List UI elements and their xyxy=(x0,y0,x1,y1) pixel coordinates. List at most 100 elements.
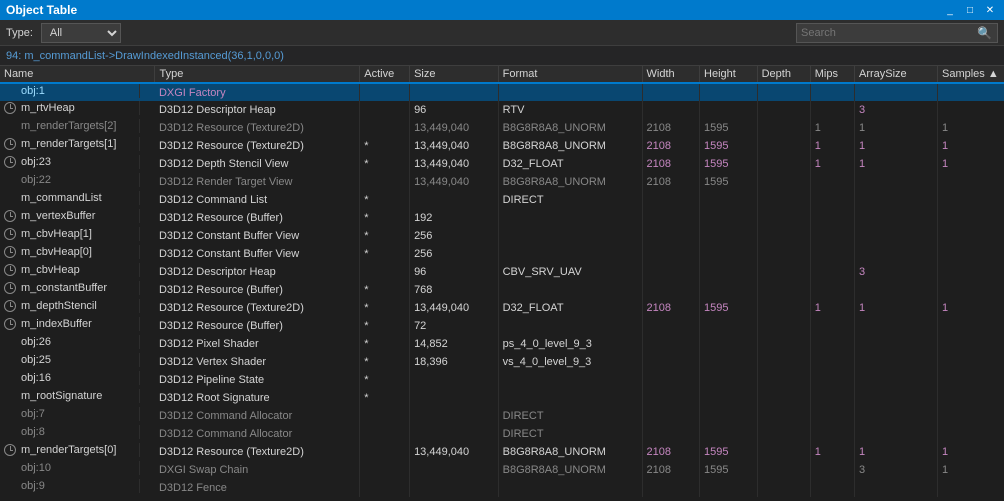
col-header-height[interactable]: Height xyxy=(700,66,758,83)
cell-active: * xyxy=(360,317,410,335)
col-header-arraysize[interactable]: ArraySize xyxy=(854,66,937,83)
cell-mips xyxy=(810,209,854,227)
cell-depth xyxy=(757,209,810,227)
cell-height: 1595 xyxy=(700,299,758,317)
cell-format xyxy=(498,479,642,497)
cell-type: D3D12 Root Signature xyxy=(155,389,360,407)
cell-height xyxy=(700,83,758,101)
row-name-text: obj:23 xyxy=(21,156,51,168)
clock-icon xyxy=(4,210,16,222)
table-header: Name Type Active Size Format Width Heigh… xyxy=(0,66,1004,83)
cell-name: m_renderTargets[0] xyxy=(0,443,140,457)
table-row[interactable]: obj:26D3D12 Pixel Shader*14,852ps_4_0_le… xyxy=(0,335,1004,353)
table-row[interactable]: m_depthStencilD3D12 Resource (Texture2D)… xyxy=(0,299,1004,317)
close-button[interactable]: ✕ xyxy=(982,3,998,17)
cell-format: vs_4_0_level_9_3 xyxy=(498,353,642,371)
col-header-mips[interactable]: Mips xyxy=(810,66,854,83)
table-row[interactable]: obj:23D3D12 Depth Stencil View*13,449,04… xyxy=(0,155,1004,173)
cell-arraysize: 1 xyxy=(854,443,937,461)
table-row[interactable]: obj:16D3D12 Pipeline State* xyxy=(0,371,1004,389)
cell-mips xyxy=(810,479,854,497)
row-name-text: m_cbvHeap[1] xyxy=(21,228,92,240)
table-row[interactable]: obj:9D3D12 Fence xyxy=(0,479,1004,497)
cell-name: m_renderTargets[1] xyxy=(0,137,140,151)
cell-mips: 1 xyxy=(810,443,854,461)
cell-depth xyxy=(757,353,810,371)
cell-width xyxy=(642,227,700,245)
cell-size: 13,449,040 xyxy=(410,173,499,191)
cell-name: obj:7 xyxy=(0,407,140,421)
table-row[interactable]: m_renderTargets[0]D3D12 Resource (Textur… xyxy=(0,443,1004,461)
cell-arraysize xyxy=(854,479,937,497)
table-row[interactable]: m_commandListD3D12 Command List*DIRECT xyxy=(0,191,1004,209)
cell-arraysize: 1 xyxy=(854,119,937,137)
cell-samples: 1 xyxy=(938,119,1004,137)
table-row[interactable]: obj:25D3D12 Vertex Shader*18,396vs_4_0_l… xyxy=(0,353,1004,371)
cell-active: * xyxy=(360,209,410,227)
cell-mips xyxy=(810,371,854,389)
cell-depth xyxy=(757,155,810,173)
cell-format: DIRECT xyxy=(498,191,642,209)
minimize-button[interactable]: _ xyxy=(942,3,958,17)
table-row[interactable]: obj:8D3D12 Command AllocatorDIRECT xyxy=(0,425,1004,443)
cell-size xyxy=(410,425,499,443)
cell-name: obj:22 xyxy=(0,173,140,187)
table-container[interactable]: Name Type Active Size Format Width Heigh… xyxy=(0,66,1004,501)
row-name-text: m_renderTargets[1] xyxy=(21,138,116,150)
cell-samples: 1 xyxy=(938,299,1004,317)
cell-name: m_depthStencil xyxy=(0,299,140,313)
col-header-name[interactable]: Name xyxy=(0,66,155,83)
table-row[interactable]: m_cbvHeap[1]D3D12 Constant Buffer View*2… xyxy=(0,227,1004,245)
clock-icon xyxy=(4,444,16,456)
type-select[interactable]: All xyxy=(41,23,121,43)
cell-samples xyxy=(938,173,1004,191)
row-name-text: m_cbvHeap xyxy=(21,264,80,276)
col-header-samples[interactable]: Samples ▲ xyxy=(938,66,1004,83)
table-row[interactable]: m_rootSignatureD3D12 Root Signature* xyxy=(0,389,1004,407)
col-header-size[interactable]: Size xyxy=(410,66,499,83)
clock-icon xyxy=(4,264,16,276)
maximize-button[interactable]: □ xyxy=(962,3,978,17)
col-header-width[interactable]: Width xyxy=(642,66,700,83)
table-row[interactable]: m_indexBufferD3D12 Resource (Buffer)*72 xyxy=(0,317,1004,335)
cell-arraysize: 1 xyxy=(854,299,937,317)
cell-type: D3D12 Constant Buffer View xyxy=(155,245,360,263)
cell-width xyxy=(642,101,700,119)
cell-samples xyxy=(938,407,1004,425)
table-row[interactable]: m_constantBufferD3D12 Resource (Buffer)*… xyxy=(0,281,1004,299)
cell-width: 2108 xyxy=(642,299,700,317)
col-header-type[interactable]: Type xyxy=(155,66,360,83)
cell-width xyxy=(642,263,700,281)
cell-format: B8G8R8A8_UNORM xyxy=(498,119,642,137)
row-name-text: m_renderTargets[2] xyxy=(21,120,116,132)
search-icon: 🔍 xyxy=(977,26,996,40)
search-box: 🔍 xyxy=(796,23,998,43)
clock-icon xyxy=(4,300,16,312)
table-row[interactable]: obj:10DXGI Swap ChainB8G8R8A8_UNORM21081… xyxy=(0,461,1004,479)
table-row[interactable]: m_cbvHeapD3D12 Descriptor Heap96CBV_SRV_… xyxy=(0,263,1004,281)
table-row[interactable]: m_cbvHeap[0]D3D12 Constant Buffer View*2… xyxy=(0,245,1004,263)
table-row[interactable]: m_renderTargets[2]D3D12 Resource (Textur… xyxy=(0,119,1004,137)
cell-format xyxy=(498,317,642,335)
title-bar: Object Table _ □ ✕ xyxy=(0,0,1004,20)
table-row[interactable]: obj:1DXGI Factory xyxy=(0,83,1004,101)
cell-depth xyxy=(757,317,810,335)
col-header-active[interactable]: Active xyxy=(360,66,410,83)
cell-mips xyxy=(810,353,854,371)
search-input[interactable] xyxy=(797,27,977,39)
table-row[interactable]: m_rtvHeapD3D12 Descriptor Heap96RTV3 xyxy=(0,101,1004,119)
table-row[interactable]: m_renderTargets[1]D3D12 Resource (Textur… xyxy=(0,137,1004,155)
table-row[interactable]: obj:22D3D12 Render Target View13,449,040… xyxy=(0,173,1004,191)
cell-samples: 1 xyxy=(938,461,1004,479)
col-header-depth[interactable]: Depth xyxy=(757,66,810,83)
row-name-text: m_cbvHeap[0] xyxy=(21,246,92,258)
col-header-format[interactable]: Format xyxy=(498,66,642,83)
cell-active: * xyxy=(360,371,410,389)
cell-mips: 1 xyxy=(810,137,854,155)
row-name-text: obj:25 xyxy=(21,354,51,366)
cell-size: 256 xyxy=(410,245,499,263)
cell-format: B8G8R8A8_UNORM xyxy=(498,173,642,191)
table-row[interactable]: obj:7D3D12 Command AllocatorDIRECT xyxy=(0,407,1004,425)
cell-samples xyxy=(938,191,1004,209)
table-row[interactable]: m_vertexBufferD3D12 Resource (Buffer)*19… xyxy=(0,209,1004,227)
